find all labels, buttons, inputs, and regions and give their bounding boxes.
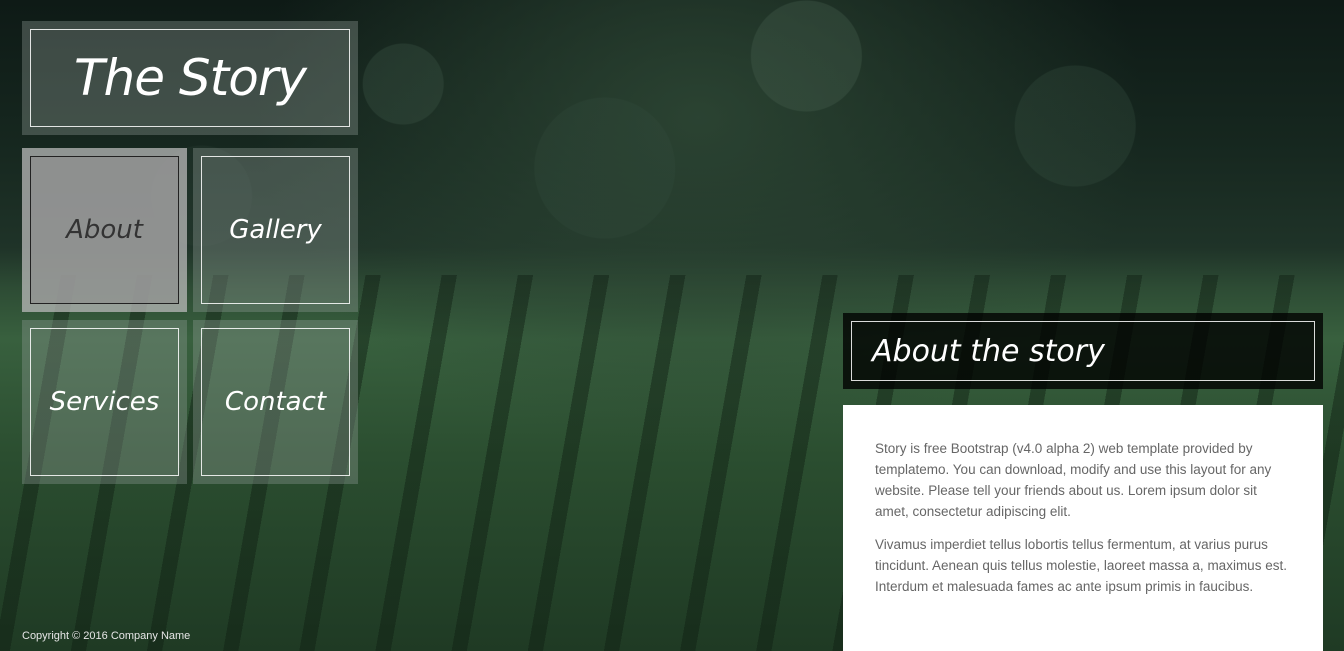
section-header: About the story — [843, 313, 1323, 389]
nav-tile-services[interactable]: Services — [22, 320, 187, 484]
footer-copyright: Copyright © 2016 Company Name — [22, 630, 191, 642]
paragraph-intro: Story is free Bootstrap (v4.0 alpha 2) w… — [875, 441, 1272, 519]
section-title: About the story — [872, 333, 1105, 369]
nav-tile-frame: Gallery — [201, 156, 350, 304]
nav-tile-label: About — [66, 215, 143, 245]
page-background: The Story About Gallery Services Contact… — [0, 0, 1344, 651]
nav-tile-contact[interactable]: Contact — [193, 320, 358, 484]
nav-tile-label: Contact — [224, 387, 327, 417]
nav-tile-about[interactable]: About — [22, 148, 187, 312]
site-title-box: The Story — [22, 21, 358, 135]
nav-tile-frame: Contact — [201, 328, 350, 476]
nav-tile-frame: About — [30, 156, 179, 304]
nav-tile-label: Gallery — [229, 215, 322, 245]
nav-tile-frame: Services — [30, 328, 179, 476]
site-title-frame: The Story — [30, 29, 350, 127]
nav-tile-gallery[interactable]: Gallery — [193, 148, 358, 312]
section-header-frame: About the story — [851, 321, 1315, 381]
content-panel: Story is free Bootstrap (v4.0 alpha 2) w… — [843, 405, 1323, 651]
nav-tile-label: Services — [49, 387, 160, 417]
paragraph-body: Vivamus imperdiet tellus lobortis tellus… — [875, 537, 1287, 594]
site-title: The Story — [74, 49, 307, 107]
